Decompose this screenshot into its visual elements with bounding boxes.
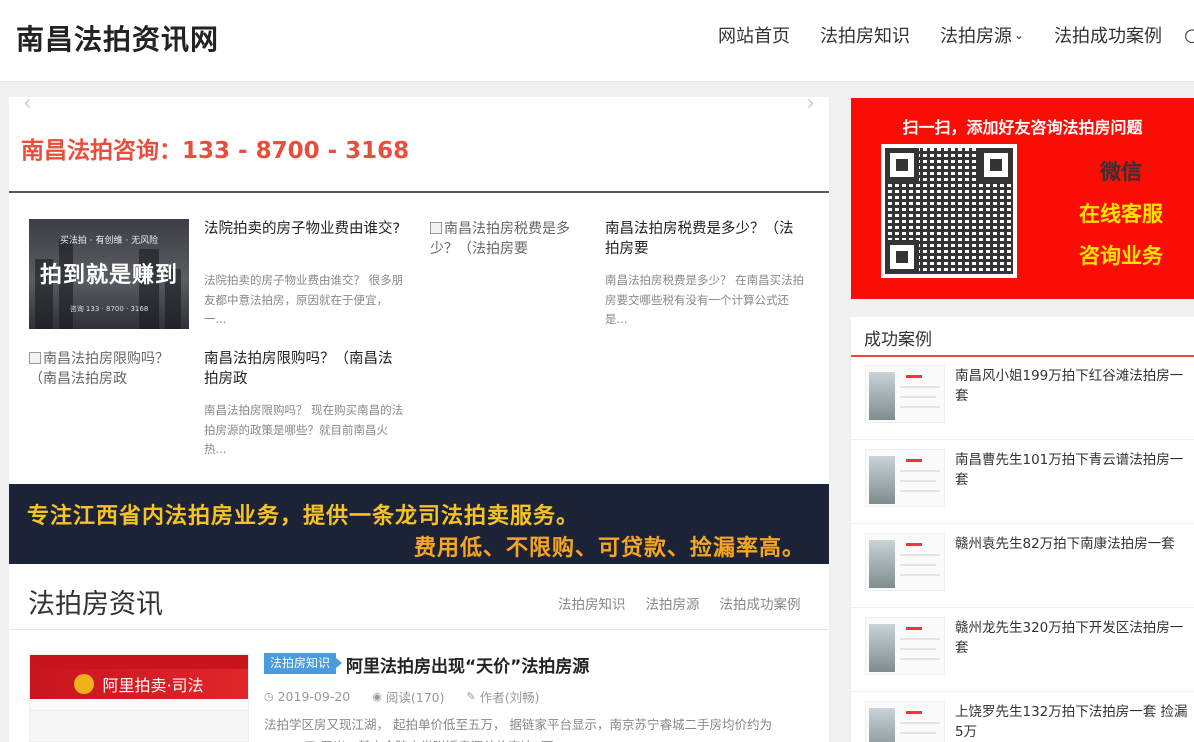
promo-service: 在线客服 (1079, 202, 1163, 226)
case-item[interactable]: 南昌曹先生101万拍下青云谱法拍房一套 (851, 441, 1194, 524)
article-thumbnail[interactable]: 阿里拍卖·司法 (29, 654, 249, 742)
featured-post: 买法拍 · 有创维 · 无风险 拍到就是赚到 咨询 133 · 8700 · 3… (29, 219, 409, 334)
qr-code-image (881, 144, 1017, 278)
search-icon[interactable]: ○ (1184, 25, 1194, 46)
promo-wechat: 微信 (1100, 160, 1142, 184)
post-title[interactable]: 南昌法拍房税费是多少？（法拍房要 (605, 219, 805, 259)
nav-item-home[interactable]: 网站首页 (718, 22, 790, 48)
chevron-right-icon[interactable]: › (806, 91, 815, 116)
author-text[interactable]: 作者(刘畅) (480, 687, 540, 706)
article-meta: ◷ 2019-09-20 ◉ 阅读(170) ✎ 作者(刘畅) (264, 687, 561, 706)
thumb-headline: 拍到就是赚到 (39, 263, 178, 288)
featured-post: 南昌法拍房税费是多少？（法拍房要 南昌法拍房税费是多少？（法拍房要 南昌法拍房税… (430, 219, 810, 334)
post-thumbnail[interactable]: 买法拍 · 有创维 · 无风险 拍到就是赚到 咨询 133 · 8700 · 3… (29, 219, 189, 329)
promo-banner[interactable]: 专注江西省内法拍房业务，提供一条龙司法拍卖服务。 费用低、不限购、可贷款、捡漏率… (9, 484, 829, 564)
banner-line-2: 费用低、不限购、可贷款、捡漏率高。 (413, 536, 805, 561)
image-alt-text: 南昌法拍房限购吗？（南昌法拍房政 (29, 351, 169, 387)
nav-item-knowledge[interactable]: 法拍房知识 (820, 22, 910, 48)
case-thumbnail[interactable] (865, 449, 945, 507)
article-views: ◉ 阅读(170) (372, 687, 444, 706)
nav-item-cases[interactable]: 法拍成功案例 (1054, 22, 1162, 48)
category-badge[interactable]: 法拍房知识 (264, 653, 343, 674)
post-excerpt: 南昌法拍房税费是多少？ 在南昌买法拍房要交哪些税有没有一个计算公式还是... (605, 273, 805, 326)
nav-item-listings[interactable]: 法拍房源 ⌄ (940, 22, 1024, 48)
post-excerpt: 南昌法拍房限购吗？ 现在购买南昌的法拍房源的政策是哪些？就目前南昌火热... (204, 403, 404, 456)
court-seal-icon (74, 674, 95, 694)
case-thumbnail[interactable] (865, 701, 945, 742)
case-thumbnail[interactable] (865, 533, 945, 591)
broken-image-icon (29, 352, 41, 364)
post-thumbnail[interactable]: 南昌法拍房税费是多少？（法拍房要 (430, 219, 590, 329)
widget-title: 成功案例 (864, 330, 932, 350)
post-thumbnail[interactable]: 南昌法拍房限购吗？（南昌法拍房政 (29, 349, 189, 459)
wechat-promo: 扫一扫，添加好友咨询法拍房问题 微信 在线客服 咨询业务 (851, 98, 1194, 299)
article-date: ◷ 2019-09-20 (264, 687, 350, 706)
case-title[interactable]: 南昌风小姐199万拍下红谷滩法拍房一套 (955, 366, 1191, 406)
main-content: ‹ › 南昌法拍咨询：133 - 8700 - 3168 买法拍 · 有创维 ·… (9, 91, 829, 742)
post-title[interactable]: 法院拍卖的房子物业费由谁交? (204, 219, 404, 239)
chevron-left-icon[interactable]: ‹ (23, 91, 32, 116)
site-header: 南昌法拍资讯网 网站首页 法拍房知识 法拍房源 ⌄ 法拍成功案例 ○ (0, 0, 1194, 82)
banner-line-1: 专注江西省内法拍房业务，提供一条龙司法拍卖服务。 (27, 504, 580, 529)
section-heading: 法拍房资讯 (28, 589, 163, 620)
case-title[interactable]: 上饶罗先生132万拍下法拍房一套 捡漏5万 (955, 702, 1191, 742)
case-item[interactable]: 南昌风小姐199万拍下红谷滩法拍房一套 (851, 357, 1194, 440)
divider (9, 191, 829, 193)
thumb-tagline: 买法拍 · 有创维 · 无风险 (59, 236, 159, 246)
tab-cases[interactable]: 法拍成功案例 (720, 593, 801, 613)
tab-knowledge[interactable]: 法拍房知识 (558, 593, 626, 613)
case-title[interactable]: 赣州袁先生82万拍下南康法拍房一套 (955, 534, 1191, 554)
promo-title: 扫一扫，添加好友咨询法拍房问题 (902, 118, 1143, 137)
featured-post: 南昌法拍房限购吗？（南昌法拍房政 南昌法拍房限购吗？（南昌法拍房政 南昌法拍房限… (29, 349, 409, 464)
case-title[interactable]: 南昌曹先生101万拍下青云谱法拍房一套 (955, 450, 1191, 490)
divider (9, 629, 829, 630)
eye-icon: ◉ (372, 690, 382, 703)
case-title[interactable]: 赣州龙先生320万拍下开发区法拍房一套 (955, 618, 1191, 658)
nav-label: 法拍房知识 (820, 26, 910, 47)
case-thumbnail[interactable] (865, 365, 945, 423)
chevron-down-icon: ⌄ (1014, 28, 1025, 42)
image-alt-text: 南昌法拍房税费是多少？（法拍房要 (430, 221, 570, 257)
comment-icon: ✎ (466, 690, 476, 703)
case-item[interactable]: 上饶罗先生132万拍下法拍房一套 捡漏5万 (851, 693, 1194, 742)
case-thumbnail[interactable] (865, 617, 945, 675)
article-excerpt: 法拍学区房又现江湖， 起拍单价低至五万， 据链家平台显示，南京苏宁睿城二手房均价… (264, 717, 772, 742)
clock-icon: ◷ (264, 690, 274, 703)
promo-consult: 咨询业务 (1079, 244, 1163, 268)
post-title[interactable]: 南昌法拍房限购吗？（南昌法拍房政 (204, 349, 404, 389)
slider-controls: ‹ › (9, 91, 829, 117)
cases-widget: 成功案例 南昌风小姐199万拍下红谷滩法拍房一套 南昌曹先生101万拍下青云谱法… (851, 317, 1194, 742)
case-item[interactable]: 赣州龙先生320万拍下开发区法拍房一套 (851, 609, 1194, 692)
site-logo[interactable]: 南昌法拍资讯网 (16, 18, 219, 58)
views-text: 阅读(170) (385, 690, 445, 705)
nav-label: 法拍成功案例 (1054, 26, 1163, 47)
main-nav: 网站首页 法拍房知识 法拍房源 ⌄ 法拍成功案例 ○ (718, 22, 1194, 48)
thumb-brand-text: 阿里拍卖·司法 (102, 676, 204, 695)
nav-label: 网站首页 (718, 26, 790, 47)
date-text: 2019-09-20 (277, 689, 351, 704)
thumb-phone: 咨询 133 · 8700 · 3168 (69, 305, 149, 313)
article-author: ✎ 作者(刘畅) (467, 687, 540, 706)
tab-listings[interactable]: 法拍房源 (646, 593, 700, 613)
article-title[interactable]: 阿里法拍房出现“天价”法拍房源 (346, 652, 589, 677)
nav-label: 法拍房源 (940, 26, 1012, 47)
news-tabs: 法拍房知识 法拍房源 法拍成功案例 (558, 593, 821, 613)
broken-image-icon (430, 222, 442, 234)
consult-phone: 南昌法拍咨询：133 - 8700 - 3168 (21, 138, 410, 164)
case-item[interactable]: 赣州袁先生82万拍下南康法拍房一套 (851, 525, 1194, 608)
post-excerpt: 法院拍卖的房子物业费由谁交？ 很多朋友都中意法拍房，原因就在于便宜，一... (204, 273, 404, 326)
